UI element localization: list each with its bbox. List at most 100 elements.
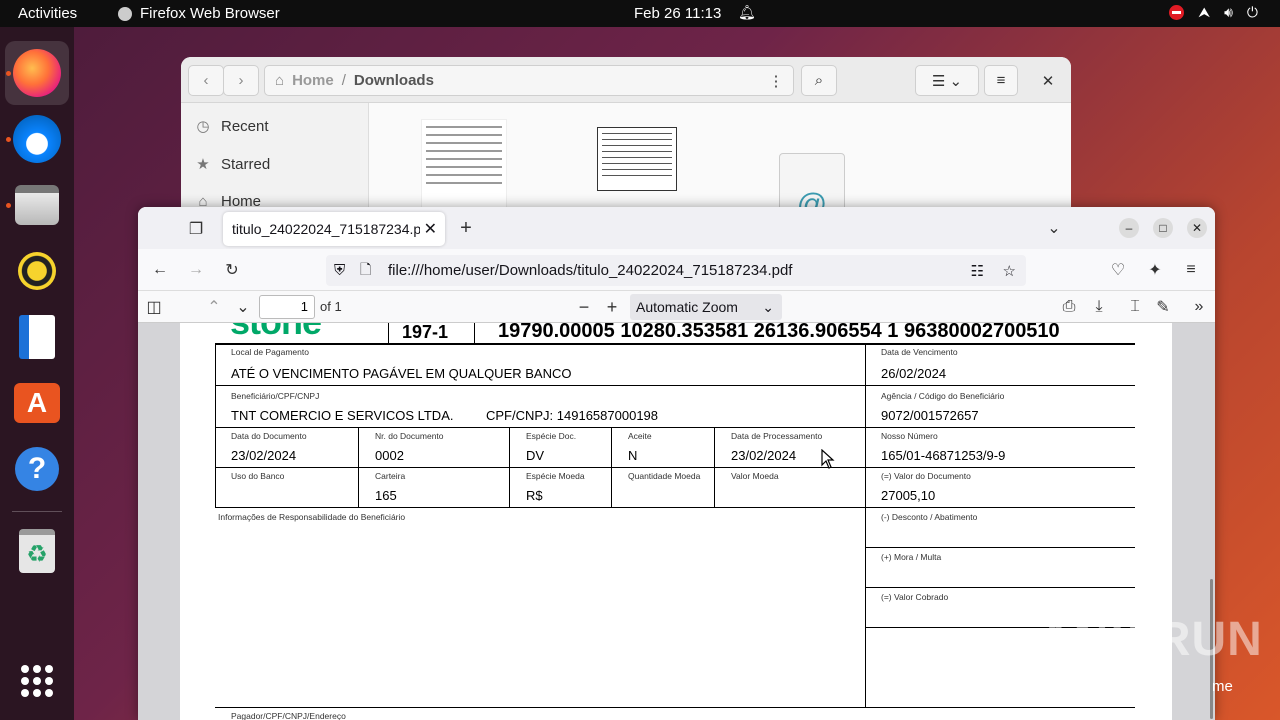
volume-icon: 🔊︎	[1224, 4, 1233, 20]
sidebar-toggle-icon[interactable]: ◫	[144, 297, 164, 317]
back-button[interactable]: ‹	[188, 65, 224, 96]
reload-icon[interactable]: ↻	[222, 260, 242, 280]
dock-trash[interactable]: ♻	[5, 519, 69, 583]
especie-doc-label: Espécie Doc.	[526, 431, 577, 441]
zoom-out-icon[interactable]: −	[574, 297, 594, 317]
list-tabs-icon[interactable]: ⌄	[1044, 218, 1064, 238]
tab-pdf[interactable]: titulo_24022024_715187234.pdf ✕	[223, 212, 445, 246]
tools-icon[interactable]: »	[1189, 297, 1209, 317]
cnpj: CPF/CNPJ: 14916587000198	[486, 408, 659, 423]
shield-icon: ⛨	[334, 262, 346, 279]
carteira: 165	[375, 488, 397, 503]
nr-doc: 0002	[375, 448, 404, 463]
previous-page-icon[interactable]: ⌃	[204, 297, 224, 317]
firefox-icon	[13, 49, 61, 97]
data-doc: 23/02/2024	[231, 448, 297, 463]
especie-doc: DV	[526, 448, 545, 463]
new-tab-icon[interactable]: +	[456, 217, 476, 239]
nr-doc-label: Nr. do Documento	[375, 431, 444, 441]
dock-firefox[interactable]	[5, 41, 69, 105]
vencimento: 26/02/2024	[881, 366, 947, 381]
dock-help[interactable]: ?	[5, 437, 69, 501]
pdf-page: stone 197-1 19790.00005 10280.353581 261…	[180, 323, 1172, 720]
dock-separator	[12, 511, 62, 512]
dock-files[interactable]	[5, 173, 69, 237]
vencimento-label: Data de Vencimento	[881, 347, 958, 357]
reader-view-icon[interactable]: ☷	[971, 262, 984, 280]
especie-moeda-label: Espécie Moeda	[526, 471, 585, 481]
firefox-view-icon[interactable]: ❐	[186, 219, 206, 239]
save-icon[interactable]: ⤓	[1089, 297, 1109, 317]
path-home[interactable]: Home	[292, 72, 334, 89]
activities-button[interactable]: Activities	[18, 5, 77, 22]
beneficiario-label: Beneficiário/CPF/CNPJ	[231, 391, 320, 401]
maximize-icon[interactable]: □	[1153, 218, 1173, 238]
sidebar-item-recent[interactable]: ◷ Recent	[195, 117, 268, 136]
path-bar[interactable]: ⌂ Home / Downloads	[264, 65, 794, 96]
view-toggle-button[interactable]: ☰ ⌄	[915, 65, 979, 96]
dock-rhythmbox[interactable]	[5, 239, 69, 303]
zoom-in-icon[interactable]: +	[602, 297, 622, 317]
show-apps-icon[interactable]	[21, 665, 53, 697]
rhythmbox-icon	[18, 252, 56, 290]
close-window-icon[interactable]: ✕	[1187, 218, 1207, 238]
minimize-icon[interactable]: –	[1119, 218, 1139, 238]
software-store-icon: A	[14, 383, 60, 423]
text-cursor-icon[interactable]: ⌶	[1125, 297, 1145, 317]
clock[interactable]: Feb 26 11:13	[634, 5, 721, 22]
system-tray[interactable]: ⮝ 🔊︎ ⏻	[1169, 4, 1258, 21]
print-icon[interactable]: ⎙	[1059, 297, 1079, 317]
file-thumbnail[interactable]	[421, 119, 507, 209]
page-count: of 1	[320, 299, 342, 314]
forward-button[interactable]: ›	[223, 65, 259, 96]
bookmark-star-icon[interactable]: ☆	[1003, 262, 1016, 280]
next-page-icon[interactable]: ⌄	[233, 297, 253, 317]
carteira-label: Carteira	[375, 471, 406, 481]
page-number-input[interactable]: 1	[259, 295, 315, 319]
stone-logo: stone	[230, 323, 322, 343]
forward-icon[interactable]: →	[186, 260, 206, 280]
nosso-numero: 165/01-46871253/9-9	[881, 448, 1006, 463]
files-icon	[15, 185, 59, 225]
chevron-down-icon: ⌄	[762, 298, 774, 315]
sidebar-item-starred[interactable]: ★ Starred	[195, 155, 270, 174]
running-indicator	[6, 137, 11, 142]
app-menu[interactable]: Firefox Web Browser	[118, 5, 280, 22]
files-sidebar: ◷ Recent ★ Starred ⌂ Home	[181, 103, 369, 217]
bank-code: 197-1	[402, 323, 449, 342]
path-current[interactable]: Downloads	[354, 72, 434, 89]
network-icon: ⮝	[1198, 4, 1211, 20]
extensions-icon[interactable]: ✦	[1145, 260, 1165, 280]
aceite: N	[628, 448, 638, 463]
path-menu-icon[interactable]: ⋮	[759, 65, 793, 96]
dock-software[interactable]: A	[5, 371, 69, 435]
trash-icon: ♻	[19, 529, 55, 573]
url-text: file:///home/user/Downloads/titulo_24022…	[388, 262, 793, 279]
pocket-icon[interactable]: ♡	[1108, 260, 1128, 280]
dock-thunderbird[interactable]	[5, 107, 69, 171]
running-indicator	[6, 203, 11, 208]
files-headerbar: ‹ › ⌂ Home / Downloads ⋮ ⌕ ☰ ⌄ ≡ ✕	[181, 57, 1071, 103]
app-name-label: Firefox Web Browser	[140, 5, 280, 22]
url-bar[interactable]: ⛨ 🗋︎ file:///home/user/Downloads/titulo_…	[326, 255, 1026, 286]
back-icon[interactable]: ←	[150, 260, 170, 280]
menu-icon[interactable]: ≡	[984, 65, 1018, 96]
dock-writer[interactable]	[5, 305, 69, 369]
boleto: stone 197-1 19790.00005 10280.353581 261…	[180, 323, 1172, 720]
mora-label: (+) Mora / Multa	[881, 552, 942, 562]
search-icon[interactable]: ⌕	[801, 65, 837, 96]
path-separator: /	[341, 72, 346, 89]
file-thumbnail[interactable]	[597, 127, 677, 191]
thunderbird-icon	[13, 115, 61, 163]
dock: A ? ♻	[0, 27, 74, 720]
zoom-select[interactable]: Automatic Zoom ⌄	[630, 294, 782, 320]
help-icon: ?	[15, 447, 59, 491]
beneficiario: TNT COMERCIO E SERVICOS LTDA.	[231, 408, 454, 423]
close-icon[interactable]: ✕	[1031, 65, 1065, 96]
draw-icon[interactable]: ✎	[1153, 297, 1173, 317]
digitable-line: 19790.00005 10280.353581 26136.906554 1 …	[498, 323, 1060, 342]
uso-banco-label: Uso do Banco	[231, 471, 285, 481]
tab-close-icon[interactable]: ✕	[424, 219, 437, 239]
nav-bar: ← → ↻ ⛨ 🗋︎ file:///home/user/Downloads/t…	[138, 249, 1215, 291]
app-menu-icon[interactable]: ≡	[1181, 260, 1201, 280]
